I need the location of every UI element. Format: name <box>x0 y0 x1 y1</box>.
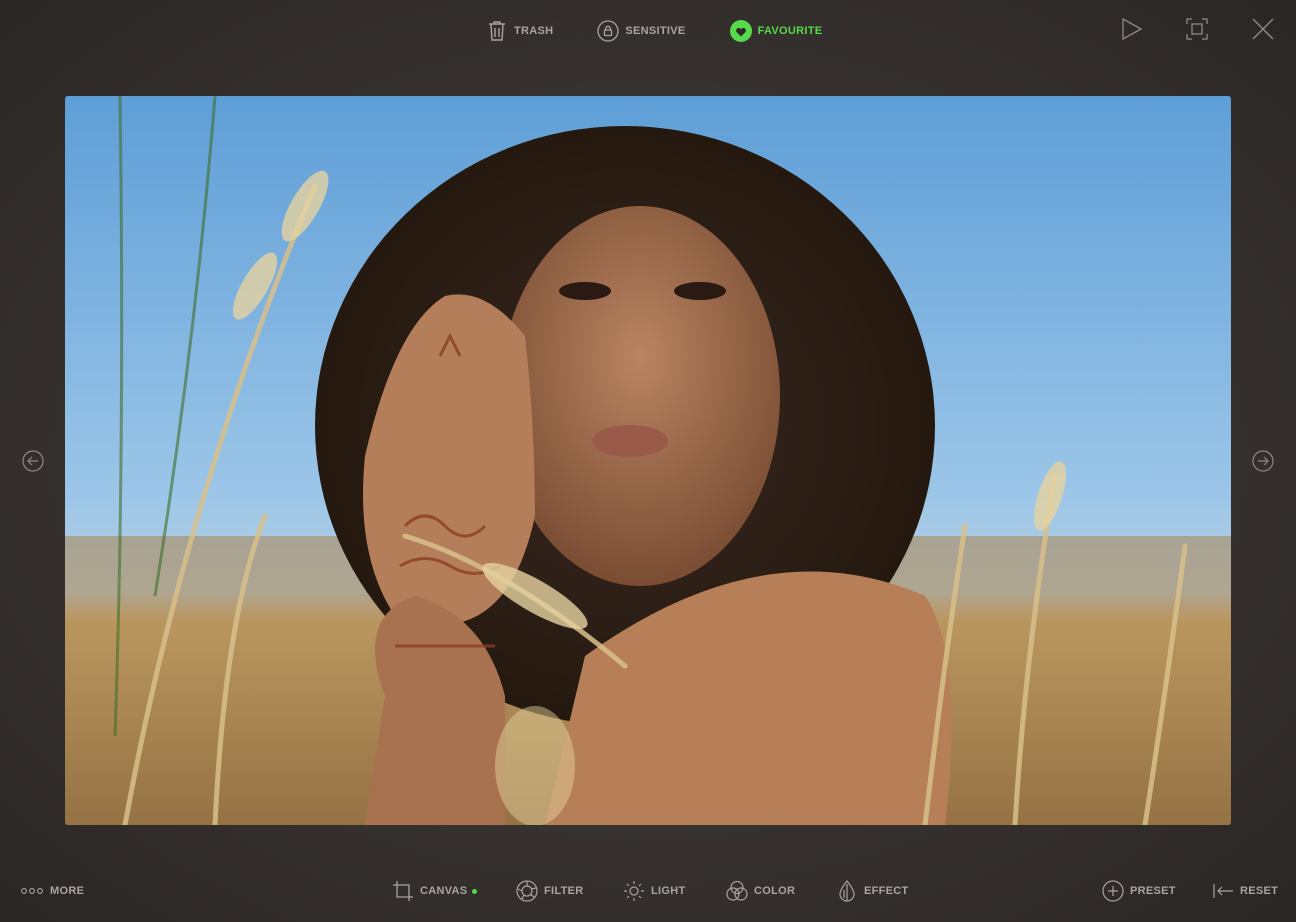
color-button[interactable]: COLOR <box>726 880 795 902</box>
color-label: COLOR <box>754 885 796 897</box>
crop-icon <box>392 880 414 902</box>
plus-circle-icon <box>1102 880 1124 902</box>
trash-button[interactable]: TRASH <box>486 20 553 42</box>
arrow-right-icon <box>1252 450 1274 476</box>
lock-icon <box>597 20 620 42</box>
heart-icon <box>729 20 752 42</box>
window-controls <box>1078 17 1276 46</box>
photo-image <box>65 96 1231 825</box>
play-button[interactable] <box>1118 17 1144 46</box>
more-icon <box>20 880 44 902</box>
reset-label: RESET <box>1240 885 1279 897</box>
light-button[interactable]: LIGHT <box>623 880 686 902</box>
reset-button[interactable]: RESET <box>1212 880 1278 902</box>
top-toolbar: TRASH SENSITIVE FAVOURITE <box>0 0 1296 64</box>
sensitive-label: SENSITIVE <box>625 25 686 37</box>
color-circles-icon <box>726 880 748 902</box>
canvas-label: CANVAS <box>420 885 468 897</box>
light-label: LIGHT <box>651 885 686 897</box>
bottom-toolbar: MORE CANVAS FILTER LIGHT COLOR EFFECT PR… <box>0 868 1296 910</box>
arrow-left-icon <box>22 450 44 476</box>
effect-label: EFFECT <box>864 885 909 897</box>
filter-button[interactable]: FILTER <box>516 880 583 902</box>
canvas-button[interactable]: CANVAS <box>392 880 478 902</box>
previous-button[interactable] <box>22 450 44 472</box>
sensitive-button[interactable]: SENSITIVE <box>597 20 685 42</box>
active-indicator <box>472 888 478 894</box>
favourite-button[interactable]: FAVOURITE <box>729 20 823 42</box>
trash-icon <box>486 20 508 42</box>
close-button[interactable] <box>1250 18 1276 44</box>
aperture-icon <box>516 880 538 902</box>
drop-icon <box>836 880 858 902</box>
photo-preview[interactable] <box>65 96 1231 825</box>
close-icon <box>1251 17 1275 46</box>
preset-label: PRESET <box>1130 885 1176 897</box>
effect-button[interactable]: EFFECT <box>836 880 909 902</box>
more-label: MORE <box>50 885 85 897</box>
fullscreen-icon <box>1185 17 1209 46</box>
favourite-label: FAVOURITE <box>757 25 823 37</box>
preset-button[interactable]: PRESET <box>1102 880 1176 902</box>
reset-icon <box>1212 880 1234 902</box>
next-button[interactable] <box>1252 450 1274 472</box>
play-icon <box>1119 17 1143 46</box>
fullscreen-button[interactable] <box>1184 17 1210 46</box>
filter-label: FILTER <box>544 885 584 897</box>
more-button[interactable]: MORE <box>20 880 84 902</box>
trash-label: TRASH <box>514 25 554 37</box>
top-actions: TRASH SENSITIVE FAVOURITE <box>486 20 866 42</box>
sun-icon <box>623 880 645 902</box>
